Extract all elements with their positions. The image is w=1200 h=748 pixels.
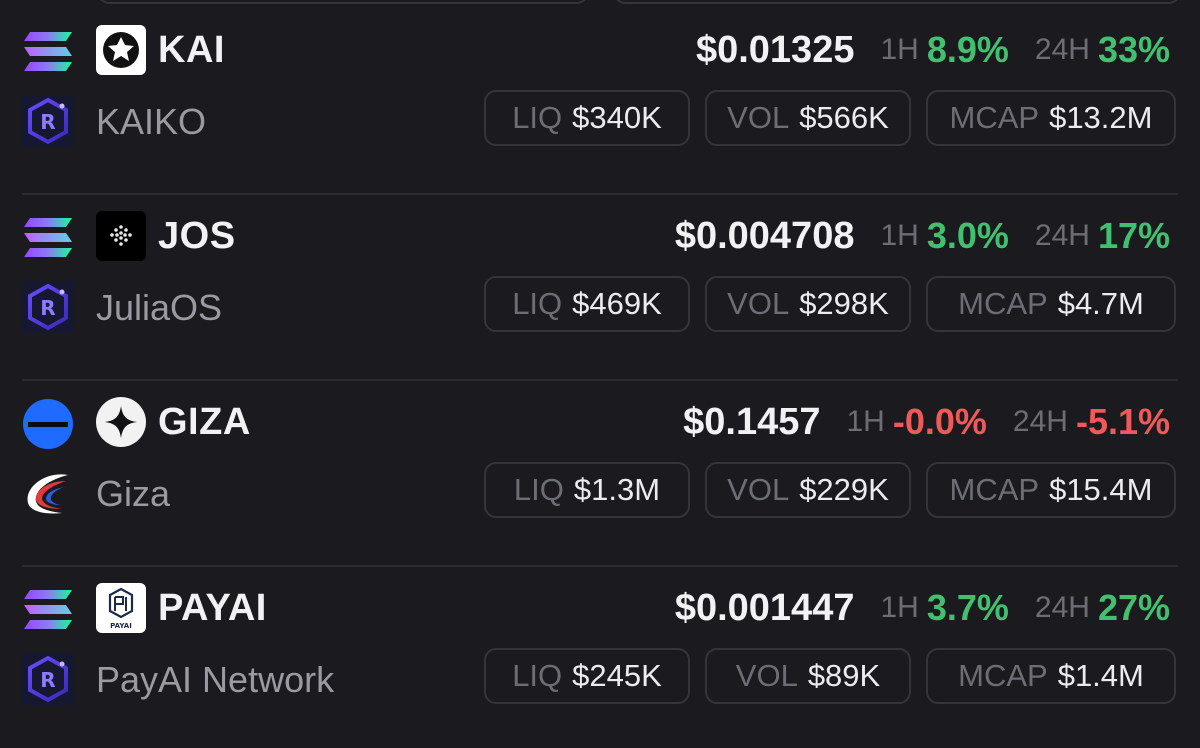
payai-logo-icon: PAYAI [96, 583, 146, 633]
market-cap-label: MCAP [958, 658, 1048, 693]
change-1h-value: 3.0% [926, 215, 1009, 256]
svg-text:R: R [40, 296, 55, 320]
kaia-logo-icon [96, 25, 146, 75]
change-24h-value: -5.1% [1075, 401, 1170, 442]
market-cap-value: $1.4M [1057, 658, 1144, 693]
token-symbol[interactable]: GIZA [158, 394, 251, 450]
liquidity-badge: LIQ $340K [484, 90, 690, 146]
volume-label: VOL [727, 472, 790, 507]
token-name: KAIKO [96, 101, 207, 142]
liquidity-label: LIQ [512, 286, 563, 321]
liquidity-value: $245K [572, 658, 662, 693]
volume-label: VOL [727, 286, 790, 321]
token-name: JuliaOS [96, 287, 223, 328]
change-24h-label: 24H [1034, 33, 1090, 66]
change-1h-value: 3.7% [926, 587, 1009, 628]
volume-value: $298K [799, 286, 889, 321]
volume-label: VOL [735, 658, 798, 693]
market-cap-value: $15.4M [1049, 472, 1153, 507]
market-cap-label: MCAP [949, 100, 1040, 135]
giza-swoosh-icon [27, 474, 68, 514]
raydium-icon: R [22, 653, 74, 705]
change-24h-label: 24H [1012, 405, 1068, 438]
liquidity-label: LIQ [512, 100, 563, 135]
token-price: $0.001447 [674, 586, 855, 629]
change-24h-value: 33% [1097, 29, 1170, 70]
market-cap-value: $13.2M [1049, 100, 1153, 135]
julia-dots-logo-icon [96, 211, 146, 261]
price-change-line: $0.01325 1H 8.9% 24H 33% [696, 22, 1170, 78]
change-24h-value: 27% [1097, 587, 1170, 628]
token-symbol[interactable]: JOS [158, 208, 236, 264]
liquidity-badge: LIQ $469K [484, 276, 690, 332]
svg-text:R: R [40, 668, 55, 692]
change-1h-label: 1H [880, 33, 919, 66]
token-price: $0.1457 [683, 400, 821, 443]
market-cap-badge: MCAP $15.4M [926, 462, 1176, 518]
change-1h-label: 1H [880, 219, 919, 252]
liquidity-label: LIQ [513, 472, 564, 507]
price-change-line: $0.004708 1H 3.0% 24H 17% [675, 208, 1170, 264]
volume-badge: VOL $229K [705, 462, 911, 518]
liquidity-value: $469K [572, 286, 662, 321]
svg-text:PAYAI: PAYAI [110, 622, 132, 630]
volume-label: VOL [727, 100, 790, 135]
market-cap-badge: MCAP $13.2M [926, 90, 1176, 146]
liquidity-badge: LIQ $1.3M [484, 462, 690, 518]
token-row[interactable]: GIZA Giza $0.1457 1H -0.0% 24H -5.1% LIQ… [0, 372, 1200, 558]
volume-value: $89K [807, 658, 881, 693]
change-1h-value: -0.0% [892, 401, 987, 442]
token-row[interactable]: R JOS JuliaOS $0.004708 1H 3.0% 24H 17% … [0, 186, 1200, 372]
raydium-icon: R [22, 95, 74, 147]
token-symbol[interactable]: KAI [158, 22, 225, 78]
token-row[interactable]: R KAI KAIKO $0.01325 1H 8.9% 24H 33% LIQ… [0, 0, 1200, 186]
token-name: PayAI Network [96, 659, 335, 700]
change-24h-value: 17% [1097, 215, 1170, 256]
liquidity-value: $1.3M [573, 472, 661, 507]
volume-badge: VOL $89K [705, 648, 911, 704]
price-change-line: $0.1457 1H -0.0% 24H -5.1% [683, 394, 1170, 450]
volume-badge: VOL $298K [705, 276, 911, 332]
liquidity-label: LIQ [512, 658, 563, 693]
change-24h-label: 24H [1034, 219, 1090, 252]
star-logo-icon [96, 397, 146, 447]
market-cap-badge: MCAP $1.4M [926, 648, 1176, 704]
market-cap-value: $4.7M [1057, 286, 1144, 321]
liquidity-badge: LIQ $245K [484, 648, 690, 704]
change-24h-label: 24H [1034, 591, 1090, 624]
market-cap-label: MCAP [949, 472, 1040, 507]
token-price: $0.01325 [695, 28, 855, 71]
change-1h-label: 1H [846, 405, 885, 438]
liquidity-value: $340K [572, 100, 662, 135]
solana-icon [24, 32, 72, 71]
market-cap-label: MCAP [958, 286, 1048, 321]
solana-icon [24, 590, 72, 629]
volume-value: $566K [799, 100, 889, 135]
solana-icon [24, 218, 72, 257]
token-symbol[interactable]: PAYAI [158, 580, 267, 636]
svg-text:R: R [40, 110, 55, 134]
base-icon [23, 399, 73, 449]
raydium-icon: R [22, 281, 74, 333]
price-change-line: $0.001447 1H 3.7% 24H 27% [675, 580, 1170, 636]
token-row[interactable]: R PAYAI PAYAI PayAI Network $0.001447 1H… [0, 558, 1200, 744]
volume-badge: VOL $566K [705, 90, 911, 146]
token-name: Giza [96, 473, 171, 514]
token-price: $0.004708 [674, 214, 855, 257]
market-cap-badge: MCAP $4.7M [926, 276, 1176, 332]
change-1h-value: 8.9% [926, 29, 1009, 70]
volume-value: $229K [799, 472, 889, 507]
change-1h-label: 1H [880, 591, 919, 624]
